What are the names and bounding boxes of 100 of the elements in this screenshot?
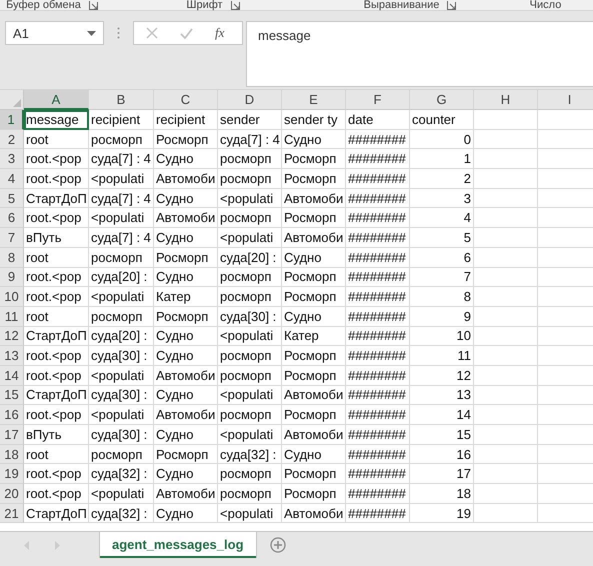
table-cell: 14 <box>410 405 474 425</box>
scroll-right-icon[interactable] <box>54 541 60 550</box>
table-cell: ######## <box>346 268 410 288</box>
row-header[interactable]: 3 <box>0 149 24 170</box>
table-cell: Судно <box>154 188 218 208</box>
row-header[interactable]: 12 <box>0 326 24 346</box>
row-header[interactable]: 15 <box>0 386 24 406</box>
row-header[interactable]: 18 <box>0 444 24 464</box>
column-header[interactable]: C <box>154 90 218 110</box>
column-header[interactable]: I <box>538 90 593 110</box>
table-cell: recipient <box>89 110 154 130</box>
row-header[interactable]: 6 <box>0 208 24 228</box>
name-box[interactable]: A1 <box>5 21 104 45</box>
table-cell: ######## <box>346 188 410 208</box>
table-cell: root.<pop <box>24 268 89 288</box>
row-header[interactable]: 17 <box>0 425 24 445</box>
table-cell: ######## <box>346 444 410 464</box>
table-cell: суда[30] : <box>89 386 154 406</box>
table-cell: суда[32] : <box>89 464 154 484</box>
row-header[interactable]: 11 <box>0 306 24 327</box>
dialog-launcher-icon[interactable] <box>230 0 240 10</box>
table-cell: Автомоби <box>154 366 218 386</box>
empty-cell <box>474 248 538 268</box>
column-header[interactable]: B <box>89 90 154 110</box>
table-cell: ######## <box>346 248 410 268</box>
table-cell: ######## <box>346 484 410 504</box>
table-cell: Автомоби <box>154 484 218 504</box>
table-cell: Судно <box>282 444 346 464</box>
empty-cell <box>474 188 538 208</box>
empty-cell <box>474 110 538 130</box>
row-header[interactable]: 7 <box>0 228 24 248</box>
table-cell: root.<pop <box>24 405 89 425</box>
table-cell: root.<pop <box>24 366 89 386</box>
ribbon-group-label: Выравнивание <box>364 0 440 10</box>
formula-input-field[interactable]: message <box>246 21 593 87</box>
table-cell: Катер <box>282 326 346 346</box>
empty-cell <box>474 484 538 504</box>
table-cell: ######## <box>346 208 410 228</box>
row-header[interactable]: 20 <box>0 484 24 504</box>
sheet-tab[interactable]: agent_messages_log <box>100 532 256 558</box>
table-cell: СтартДоП <box>24 386 89 406</box>
table-cell: date <box>346 110 410 130</box>
table-cell: росморп <box>218 346 282 366</box>
row-header[interactable]: 16 <box>0 405 24 425</box>
table-cell: росморп <box>218 405 282 425</box>
table-cell: Росморп <box>282 208 346 228</box>
column-header[interactable]: F <box>346 90 410 110</box>
insert-function-button[interactable]: fx <box>215 25 224 41</box>
empty-cell <box>474 268 538 288</box>
table-cell: <populati <box>89 208 154 228</box>
table-cell: ######## <box>346 504 410 524</box>
row-header[interactable]: 13 <box>0 346 24 366</box>
table-cell: Росморп <box>282 268 346 288</box>
table-cell: <populati <box>218 504 282 524</box>
empty-cell <box>474 444 538 464</box>
row-header[interactable]: 21 <box>0 504 24 524</box>
row-header[interactable]: 1 <box>0 110 24 130</box>
drag-handle-icon[interactable] <box>117 27 120 39</box>
table-cell: 19 <box>410 504 474 524</box>
table-cell: ######## <box>346 306 410 327</box>
row-header[interactable]: 5 <box>0 188 24 208</box>
table-cell: <populati <box>89 484 154 504</box>
table-cell: Судно <box>154 149 218 170</box>
row-header[interactable]: 9 <box>0 268 24 288</box>
table-cell: ######## <box>346 405 410 425</box>
row-header[interactable]: 10 <box>0 287 24 307</box>
table-cell: ######## <box>346 149 410 170</box>
row-header[interactable]: 19 <box>0 464 24 484</box>
empty-cell <box>474 130 538 150</box>
add-sheet-icon[interactable] <box>270 537 286 553</box>
column-header[interactable]: G <box>410 90 474 110</box>
table-cell: Автомоби <box>154 208 218 228</box>
column-header[interactable]: A <box>24 90 89 110</box>
table-cell: Судно <box>154 346 218 366</box>
row-header[interactable]: 2 <box>0 130 24 150</box>
column-header[interactable]: E <box>282 90 346 110</box>
table-cell: Судно <box>154 425 218 445</box>
table-cell: СтартДоП <box>24 504 89 524</box>
dialog-launcher-icon[interactable] <box>447 0 456 10</box>
table-cell: Судно <box>282 130 346 150</box>
table-cell: ######## <box>346 386 410 406</box>
table-cell: 6 <box>410 248 474 268</box>
table-cell: росморп <box>218 169 282 189</box>
table-cell: Росморп <box>154 130 218 150</box>
table-cell: суда[32] : <box>218 444 282 464</box>
column-header[interactable]: D <box>218 90 282 110</box>
table-cell: 0 <box>410 130 474 150</box>
table-cell: sender <box>218 110 282 130</box>
dialog-launcher-icon[interactable] <box>88 0 98 10</box>
table-cell: message <box>24 110 89 130</box>
table-cell: <populati <box>218 326 282 346</box>
table-cell: Судно <box>154 464 218 484</box>
row-header[interactable]: 8 <box>0 248 24 268</box>
scroll-left-icon[interactable] <box>24 541 30 550</box>
empty-cell <box>474 405 538 425</box>
row-header[interactable]: 4 <box>0 169 24 189</box>
table-cell: суда[30] : <box>89 346 154 366</box>
row-header[interactable]: 14 <box>0 366 24 386</box>
table-cell: 12 <box>410 366 474 386</box>
column-header[interactable]: H <box>474 90 538 110</box>
